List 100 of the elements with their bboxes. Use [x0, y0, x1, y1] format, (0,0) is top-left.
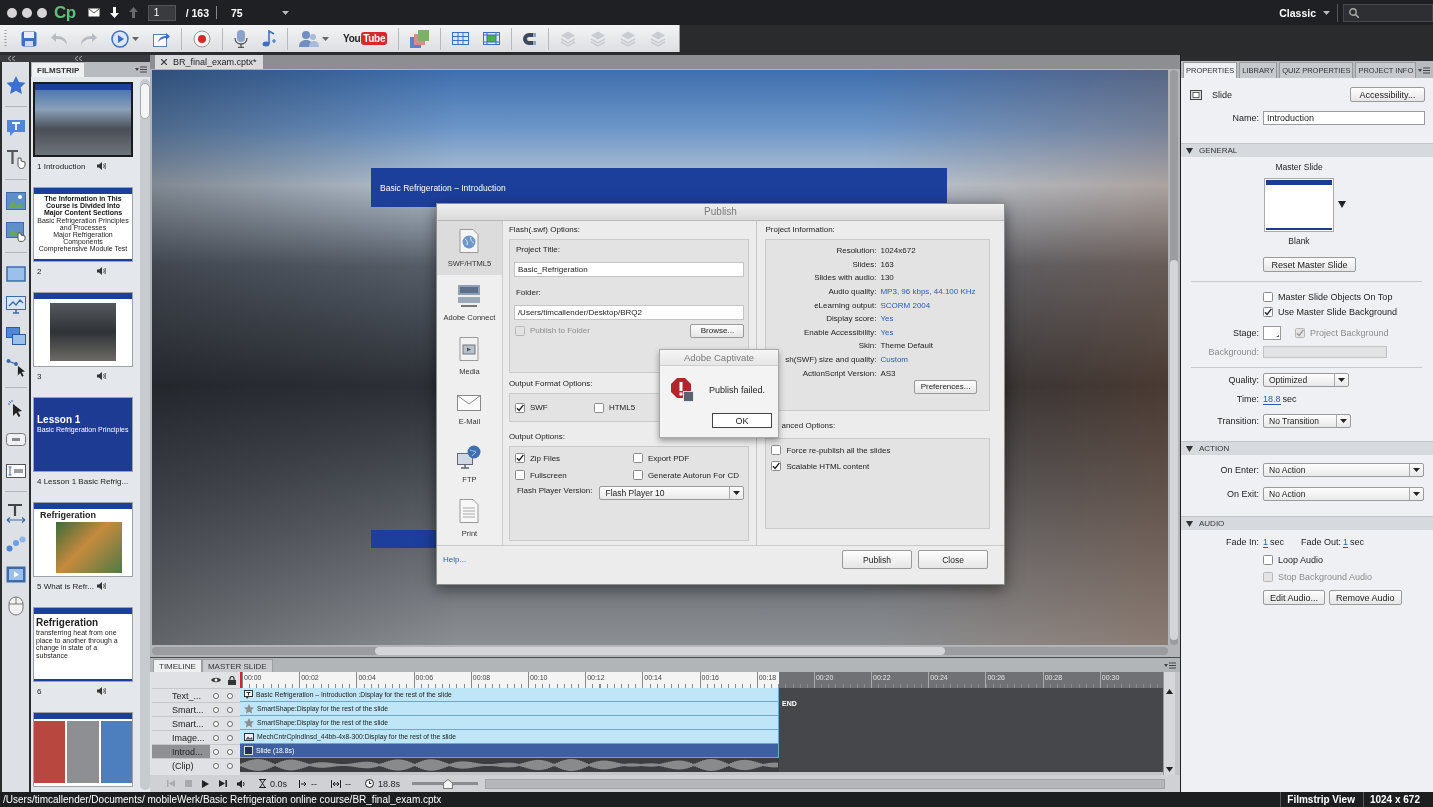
record-icon[interactable] [193, 29, 211, 48]
text-caption-icon[interactable] [5, 118, 26, 137]
eye-icon[interactable] [211, 677, 221, 683]
collapse-icon[interactable] [75, 56, 82, 61]
magnet-icon[interactable] [523, 31, 538, 46]
edit-audio-button[interactable]: Edit Audio... [1263, 590, 1326, 605]
checkbox[interactable] [1263, 307, 1273, 317]
layer-name[interactable]: Text_... [152, 689, 210, 702]
mail-icon[interactable] [87, 8, 100, 17]
zoom-dropdown[interactable]: 75 [231, 6, 290, 19]
window-control-icon[interactable] [22, 7, 32, 18]
slide-thumbnail[interactable] [33, 712, 133, 787]
scrollbar[interactable] [140, 79, 150, 790]
panel-menu-icon[interactable] [1418, 66, 1431, 74]
export-icon[interactable] [153, 30, 170, 47]
slide-thumbnail[interactable] [33, 292, 133, 367]
video-icon[interactable] [5, 566, 26, 583]
button-tool-icon[interactable] [5, 433, 26, 446]
color-swatch-icon[interactable] [1263, 326, 1281, 340]
rectangle-icon[interactable] [5, 265, 26, 282]
speaker-icon[interactable] [97, 687, 107, 695]
publish-button[interactable]: Publish [842, 550, 912, 569]
caret-icon[interactable] [1338, 378, 1345, 382]
action-dropdown[interactable]: No Action [1263, 487, 1424, 501]
panel-tab[interactable]: FILMSTRIP [32, 63, 85, 77]
scrollbar[interactable] [1170, 70, 1178, 645]
section-header[interactable]: GENERAL [1181, 143, 1433, 157]
fade-link[interactable]: 1 [1343, 536, 1349, 548]
close-icon[interactable] [161, 59, 167, 65]
remove-audio-button[interactable]: Remove Audio [1329, 590, 1402, 605]
microphone-icon[interactable] [234, 29, 248, 48]
speaker-icon[interactable] [97, 267, 107, 275]
panel-menu-icon[interactable] [135, 66, 147, 73]
help-link[interactable]: Help... [443, 550, 467, 569]
dots-icon[interactable] [5, 535, 26, 552]
scroll-down-icon[interactable] [1166, 767, 1173, 772]
scrollbar-thumb[interactable] [1170, 260, 1178, 640]
people-icon[interactable] [299, 30, 319, 47]
up-arrow-icon[interactable] [128, 7, 138, 18]
slider-thumb[interactable] [442, 778, 453, 789]
caret-icon[interactable] [1413, 492, 1420, 496]
checkbox[interactable] [771, 461, 782, 471]
panel-tab[interactable]: TIMELINE [153, 659, 202, 672]
window-control-icon[interactable] [7, 7, 17, 18]
play-icon[interactable] [202, 779, 209, 788]
text-pointer-icon[interactable] [5, 148, 26, 169]
speaker-icon[interactable] [97, 162, 107, 170]
caret-icon[interactable] [1340, 419, 1347, 423]
section-header[interactable]: ACTION [1181, 441, 1433, 455]
close-button[interactable]: Close [918, 550, 988, 569]
action-dropdown[interactable]: No Action [1263, 463, 1424, 477]
image-icon[interactable] [5, 191, 26, 210]
page-field[interactable]: 1 [147, 4, 176, 21]
layer-name[interactable]: Smart... [152, 717, 210, 730]
text-width-icon[interactable] [5, 502, 26, 523]
checkbox[interactable] [593, 402, 604, 413]
text-field[interactable]: Basic_Refrigeration [513, 262, 745, 277]
text-field-icon[interactable] [5, 463, 26, 478]
audio-waveform[interactable] [240, 758, 779, 772]
save-icon[interactable] [21, 30, 37, 47]
layers-icon[interactable] [410, 29, 430, 48]
checkbox[interactable] [771, 445, 782, 455]
scrollbar-thumb[interactable] [375, 647, 945, 655]
monitor-icon[interactable] [5, 295, 26, 314]
panel-menu-icon[interactable] [1164, 661, 1176, 669]
checkbox[interactable] [514, 402, 525, 413]
collapse-icon[interactable] [8, 56, 15, 61]
text-field[interactable]: /Users/timcallender/Desktop/BRQ2 [513, 305, 745, 320]
caret-icon[interactable] [282, 10, 290, 15]
table-icon[interactable] [483, 32, 501, 45]
info-link[interactable]: Yes [880, 327, 894, 337]
time-link[interactable]: 18.8 [1263, 393, 1281, 405]
master-slide-thumbnail[interactable] [1264, 178, 1334, 232]
cursor-icon[interactable] [7, 399, 24, 418]
skip-end-icon[interactable] [219, 780, 227, 787]
checkbox[interactable] [632, 453, 643, 463]
mouse-icon[interactable] [7, 595, 24, 616]
info-link[interactable]: MP3, 96 kbps, 44.100 KHz [880, 287, 976, 297]
info-link[interactable]: Yes [880, 314, 894, 324]
table-icon[interactable] [452, 32, 470, 45]
star-icon[interactable] [5, 76, 26, 95]
accessibility-button[interactable]: Accessibility... [1350, 87, 1425, 102]
ok-button[interactable]: OK [712, 413, 772, 428]
flash-player-dropdown[interactable]: Flash Player 10 [599, 485, 745, 500]
section-header[interactable]: AUDIO [1181, 516, 1433, 530]
search-field[interactable] [1343, 3, 1433, 22]
path-cursor-icon[interactable] [5, 356, 26, 377]
fade-link[interactable]: 1 [1263, 536, 1268, 548]
document-tab[interactable]: BR_final_exam.cptx* [155, 55, 263, 69]
info-link[interactable]: Custom [880, 355, 908, 365]
quality-dropdown[interactable]: Optimized [1263, 373, 1349, 387]
dropdown-arrow-icon[interactable] [1338, 201, 1346, 208]
panel-tab[interactable]: MASTER SLIDE [201, 659, 273, 672]
volume-icon[interactable] [237, 779, 245, 788]
checkbox[interactable] [1263, 292, 1273, 302]
duration-icon[interactable] [331, 779, 341, 788]
layer-name[interactable]: Image... [152, 731, 210, 744]
scroll-up-icon[interactable] [1166, 689, 1173, 694]
speaker-icon[interactable] [97, 372, 107, 380]
transition-dropdown[interactable]: No Transition [1263, 414, 1351, 428]
